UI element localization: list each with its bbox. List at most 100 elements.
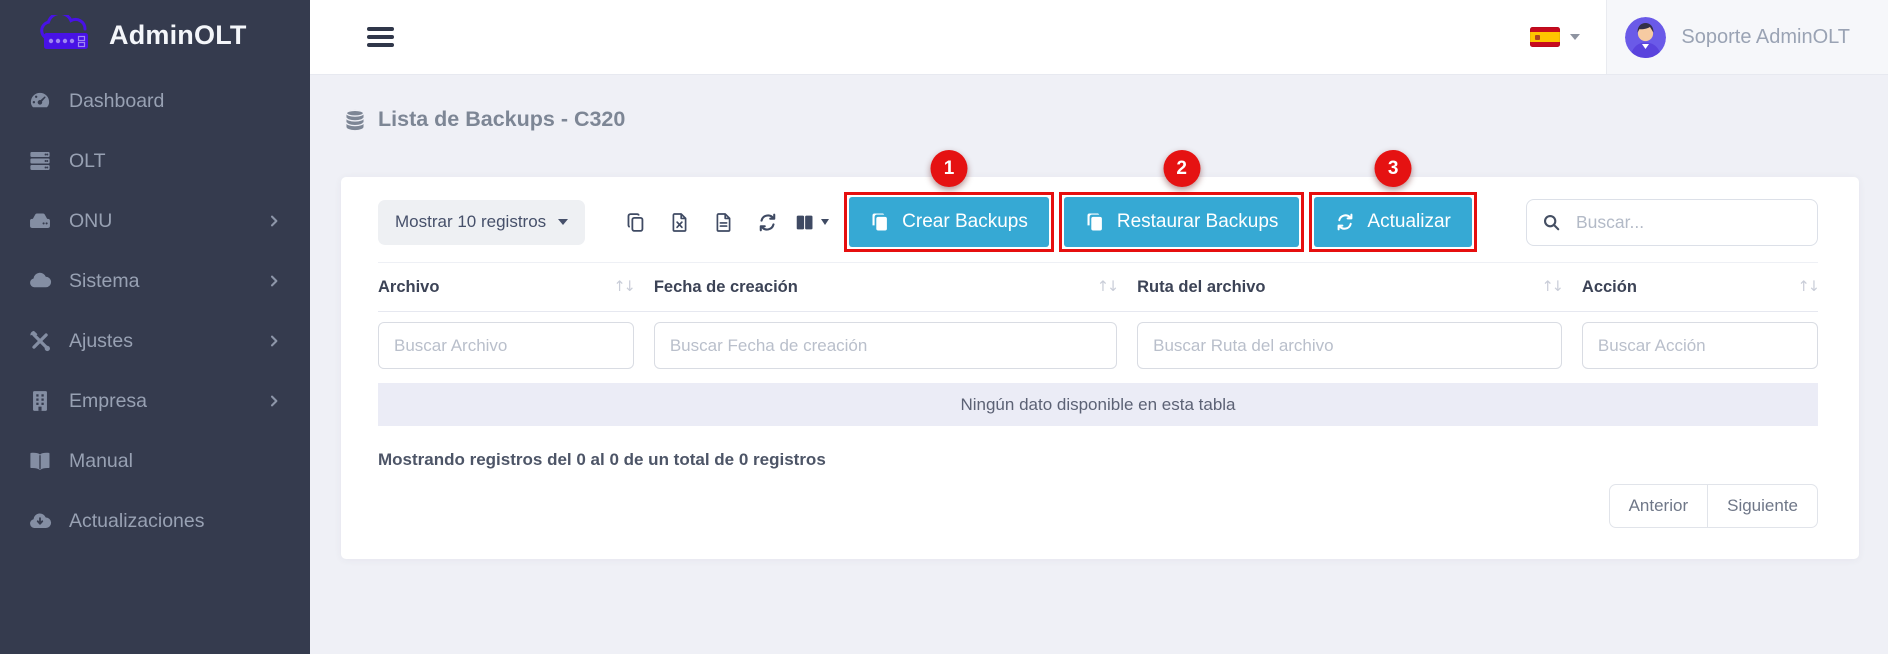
annotation-box-1: 1Crear Backups bbox=[844, 192, 1054, 252]
sidebar-item-sistema[interactable]: Sistema bbox=[0, 251, 310, 311]
table-header-row: Archivo↑↓Fecha de creación↑↓Ruta del arc… bbox=[378, 262, 1818, 312]
column-filter-input-3[interactable] bbox=[1137, 322, 1562, 369]
annotation-box-3: 3Actualizar bbox=[1309, 192, 1476, 252]
file-export-button[interactable] bbox=[706, 202, 741, 242]
page-content: Lista de Backups - C320 Mostrar 10 regis… bbox=[310, 75, 1888, 654]
refresh-icon bbox=[757, 212, 778, 233]
sidebar: AdminOLT Dashboard OLT ONU Sistema AjustesEm… bbox=[0, 0, 310, 654]
copy-export-button[interactable] bbox=[618, 202, 653, 242]
reload-table-button[interactable] bbox=[750, 202, 785, 242]
search-icon bbox=[1542, 213, 1561, 232]
page-length-dropdown[interactable]: Mostrar 10 registros bbox=[378, 200, 585, 245]
previous-page-button[interactable]: Anterior bbox=[1609, 484, 1709, 528]
column-header-2[interactable]: Fecha de creación ↑↓ bbox=[654, 278, 1117, 297]
restaurar-backups-button[interactable]: Restaurar Backups bbox=[1064, 197, 1300, 247]
button-label: Restaurar Backups bbox=[1117, 211, 1279, 233]
user-name: Soporte AdminOLT bbox=[1681, 26, 1850, 49]
dashboard-icon bbox=[28, 89, 52, 113]
backups-table: Archivo↑↓Fecha de creación↑↓Ruta del arc… bbox=[378, 262, 1818, 426]
sort-icon[interactable]: ↑↓ bbox=[614, 279, 634, 295]
sidebar-item-actualizaciones[interactable]: Actualizaciones bbox=[0, 491, 310, 551]
page-length-label: Mostrar 10 registros bbox=[395, 212, 546, 232]
column-header-label: Acción bbox=[1582, 278, 1637, 297]
column-visibility-button[interactable] bbox=[794, 202, 829, 242]
button-label: Crear Backups bbox=[902, 211, 1028, 233]
column-header-label: Fecha de creación bbox=[654, 278, 798, 297]
column-header-4[interactable]: Acción ↑↓ bbox=[1582, 278, 1818, 297]
language-dropdown[interactable] bbox=[1530, 27, 1580, 47]
column-header-3[interactable]: Ruta del archivo ↑↓ bbox=[1137, 278, 1562, 297]
empty-message: Ningún dato disponible en esta tabla bbox=[960, 395, 1235, 415]
annotation-badge-1: 1 bbox=[931, 150, 968, 187]
table-info-text: Mostrando registros del 0 al 0 de un tot… bbox=[378, 450, 1818, 470]
sidebar-item-olt[interactable]: OLT bbox=[0, 131, 310, 191]
backups-card: Mostrar 10 registros 1Crear Backups2Rest… bbox=[341, 177, 1859, 559]
empresa-icon bbox=[28, 389, 52, 413]
sort-icon[interactable]: ↑↓ bbox=[1097, 279, 1117, 295]
columns-icon bbox=[794, 212, 815, 233]
file-icon bbox=[713, 212, 734, 233]
sidebar-item-onu[interactable]: ONU bbox=[0, 191, 310, 251]
column-filter-input-1[interactable] bbox=[378, 322, 634, 369]
sort-icon[interactable]: ↑↓ bbox=[1798, 279, 1818, 295]
sort-icon[interactable]: ↑↓ bbox=[1542, 279, 1562, 295]
excel-export-button[interactable] bbox=[662, 202, 697, 242]
export-button-group bbox=[618, 202, 829, 242]
copy-solid-icon bbox=[1085, 212, 1105, 232]
sidebar-item-label: OLT bbox=[69, 150, 105, 173]
column-header-1[interactable]: Archivo ↑↓ bbox=[378, 278, 634, 297]
spain-flag-icon bbox=[1530, 27, 1560, 47]
chevron-right-icon bbox=[266, 333, 282, 349]
page-title-text: Lista de Backups - C320 bbox=[378, 107, 625, 132]
onu-icon bbox=[28, 209, 52, 233]
sidebar-item-ajustes[interactable]: Ajustes bbox=[0, 311, 310, 371]
main-area: Soporte AdminOLT Lista de Backups - C320 bbox=[310, 0, 1888, 654]
actualizaciones-icon bbox=[28, 509, 52, 533]
manual-icon bbox=[28, 449, 52, 473]
next-page-button[interactable]: Siguiente bbox=[1707, 484, 1818, 528]
sidebar-item-dashboard[interactable]: Dashboard bbox=[0, 71, 310, 131]
actualizar-button[interactable]: Actualizar bbox=[1314, 197, 1471, 247]
button-label: Actualizar bbox=[1367, 211, 1450, 233]
avatar bbox=[1625, 17, 1666, 58]
app-logo[interactable]: AdminOLT bbox=[0, 0, 310, 55]
sidebar-item-label: ONU bbox=[69, 210, 112, 233]
page-title: Lista de Backups - C320 bbox=[343, 107, 1888, 132]
database-icon bbox=[343, 108, 367, 132]
annotated-button-group: 1Crear Backups2Restaurar Backups3Actuali… bbox=[844, 192, 1477, 252]
annotation-badge-2: 2 bbox=[1163, 150, 1200, 187]
app-title: AdminOLT bbox=[109, 20, 247, 51]
table-filter-row bbox=[378, 312, 1818, 382]
pagination: Anterior Siguiente bbox=[378, 484, 1818, 528]
column-filter-input-2[interactable] bbox=[654, 322, 1117, 369]
column-header-label: Ruta del archivo bbox=[1137, 278, 1265, 297]
sidebar-item-empresa[interactable]: Empresa bbox=[0, 371, 310, 431]
sidebar-item-label: Sistema bbox=[69, 270, 139, 293]
chevron-right-icon bbox=[266, 213, 282, 229]
ajustes-icon bbox=[28, 329, 52, 353]
search-input[interactable] bbox=[1574, 211, 1803, 234]
excel-icon bbox=[669, 212, 690, 233]
topbar: Soporte AdminOLT bbox=[310, 0, 1888, 75]
column-filter-input-4[interactable] bbox=[1582, 322, 1818, 369]
chevron-right-icon bbox=[266, 273, 282, 289]
app-root: AdminOLT Dashboard OLT ONU Sistema AjustesEm… bbox=[0, 0, 1888, 654]
column-header-label: Archivo bbox=[378, 278, 439, 297]
table-toolbar: Mostrar 10 registros 1Crear Backups2Rest… bbox=[378, 192, 1818, 252]
user-menu[interactable]: Soporte AdminOLT bbox=[1606, 0, 1888, 74]
sidebar-item-label: Actualizaciones bbox=[69, 510, 205, 533]
hamburger-icon[interactable] bbox=[367, 27, 394, 47]
annotation-badge-3: 3 bbox=[1375, 150, 1412, 187]
sidebar-item-label: Dashboard bbox=[69, 90, 164, 113]
crear-backups-button[interactable]: Crear Backups bbox=[849, 197, 1049, 247]
sidebar-item-manual[interactable]: Manual bbox=[0, 431, 310, 491]
caret-down-icon bbox=[821, 219, 829, 225]
chevron-right-icon bbox=[266, 393, 282, 409]
table-search bbox=[1526, 199, 1818, 246]
caret-down-icon bbox=[558, 219, 568, 225]
sidebar-item-label: Manual bbox=[69, 450, 133, 473]
sistema-icon bbox=[28, 269, 52, 293]
copy-solid-icon bbox=[870, 212, 890, 232]
caret-down-icon bbox=[1570, 34, 1580, 40]
olt-icon bbox=[28, 149, 52, 173]
